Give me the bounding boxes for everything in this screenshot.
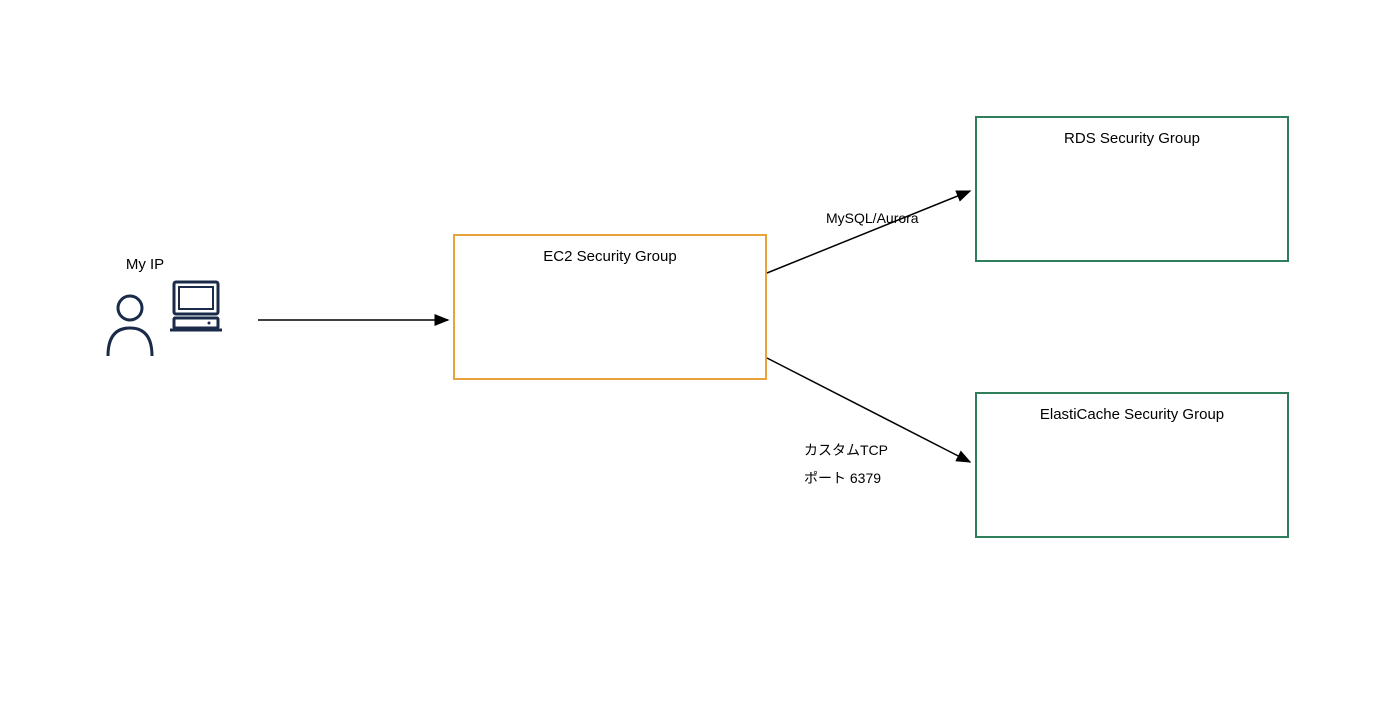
ec2-box-label: EC2 Security Group bbox=[455, 248, 765, 265]
rds-box-label: RDS Security Group bbox=[977, 130, 1287, 147]
edge-label-port: ポート 6379 bbox=[804, 468, 881, 488]
user-icon bbox=[100, 288, 160, 358]
security-group-diagram: My IP EC2 Security Group RDS Security Gr… bbox=[0, 0, 1400, 711]
source-label: My IP bbox=[115, 256, 175, 273]
elasticache-security-group-box: ElastiCache Security Group bbox=[975, 392, 1289, 538]
elasticache-box-label: ElastiCache Security Group bbox=[977, 406, 1287, 423]
computer-icon bbox=[168, 278, 224, 334]
edge-label-custom-tcp: カスタムTCP bbox=[804, 440, 888, 460]
edge-label-mysql: MySQL/Aurora bbox=[826, 210, 919, 226]
arrow-ec2-to-rds bbox=[767, 191, 970, 273]
ec2-security-group-box: EC2 Security Group bbox=[453, 234, 767, 380]
rds-security-group-box: RDS Security Group bbox=[975, 116, 1289, 262]
